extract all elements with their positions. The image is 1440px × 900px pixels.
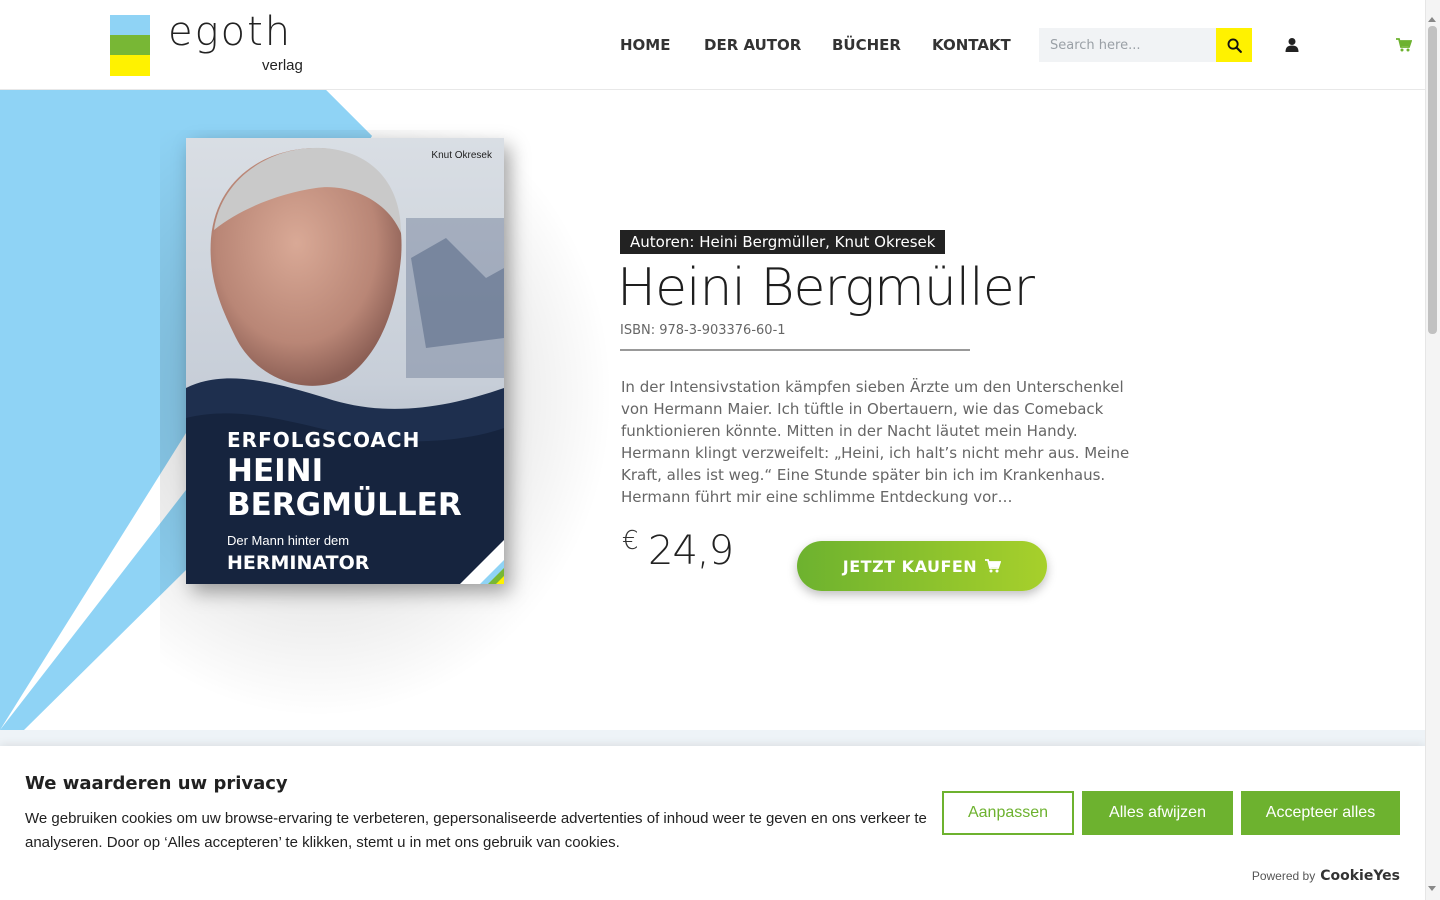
product-description: In der Intensivstation kämpfen sieben Är… <box>621 378 1130 506</box>
search-input[interactable] <box>1039 28 1216 62</box>
buy-now-button[interactable]: JETZT KAUFEN <box>797 541 1047 591</box>
search-icon <box>1227 38 1242 53</box>
nav-der-autor[interactable]: DER AUTOR <box>704 36 801 54</box>
cookieyes-brand: CookieYes <box>1320 868 1400 884</box>
logo-mark <box>110 15 150 76</box>
product-isbn: ISBN: 978-3-903376-60-1 <box>620 323 786 338</box>
book-cover-line2: HEINI BERGMÜLLER <box>227 454 462 522</box>
book-corner-logo-icon <box>460 540 504 584</box>
cart-icon <box>985 559 1002 573</box>
buy-now-label: JETZT KAUFEN <box>842 556 978 576</box>
logo-subtitle: verlag <box>262 57 303 74</box>
cart-icon[interactable] <box>1396 38 1412 52</box>
cookie-title: We waarderen uw privacy <box>25 773 288 794</box>
cookie-customize-button[interactable]: Aanpassen <box>942 791 1074 835</box>
authors-badge: Autoren: Heini Bergmüller, Knut Okresek <box>620 230 946 254</box>
search-box <box>1039 28 1252 62</box>
title-divider <box>620 349 970 351</box>
user-icon[interactable] <box>1284 37 1300 53</box>
cookie-text: We gebruiken cookies om uw browse-ervari… <box>25 810 927 851</box>
book-cover-line2-a: HEINI <box>227 453 324 489</box>
scroll-down-arrow-icon[interactable] <box>1428 886 1436 891</box>
content-strip <box>0 730 1425 746</box>
nav-home[interactable]: HOME <box>620 36 670 54</box>
cookie-reject-all-button[interactable]: Alles afwijzen <box>1082 791 1233 835</box>
book-cover-line4: Der Mann hinter dem <box>227 533 350 548</box>
cookie-accept-all-button[interactable]: Accepteer alles <box>1241 791 1400 835</box>
cookie-banner: We waarderen uw privacy We gebruiken coo… <box>0 746 1425 900</box>
price-currency: € <box>622 526 639 556</box>
product-price: 24,9 <box>648 528 734 574</box>
book-cover-line5: HERMINATOR <box>227 552 370 574</box>
site-header: egoth verlag HOME DER AUTOR BÜCHER KONTA… <box>0 0 1425 90</box>
cookie-powered-by[interactable]: Powered by CookieYes <box>1252 868 1400 884</box>
search-button[interactable] <box>1216 28 1252 62</box>
logo[interactable]: egoth verlag <box>110 9 310 77</box>
scrollbar-thumb[interactable] <box>1428 26 1437 334</box>
logo-wordmark: egoth <box>168 9 293 55</box>
book-cover[interactable]: Knut Okresek ERFOLGSCOACH HEINI BERGMÜLL… <box>186 138 504 584</box>
powered-by-label: Powered by <box>1251 869 1316 883</box>
book-cover-author: Knut Okresek <box>431 150 492 161</box>
book-cover-line2-b: BERGMÜLLER <box>227 487 462 523</box>
scroll-up-arrow-icon[interactable] <box>1428 17 1436 22</box>
nav-kontakt[interactable]: KONTAKT <box>932 36 1011 54</box>
nav-buecher[interactable]: BÜCHER <box>832 36 901 54</box>
book-cover-line1: ERFOLGSCOACH <box>227 428 421 452</box>
product-title: Heini Bergmüller <box>617 258 1035 318</box>
